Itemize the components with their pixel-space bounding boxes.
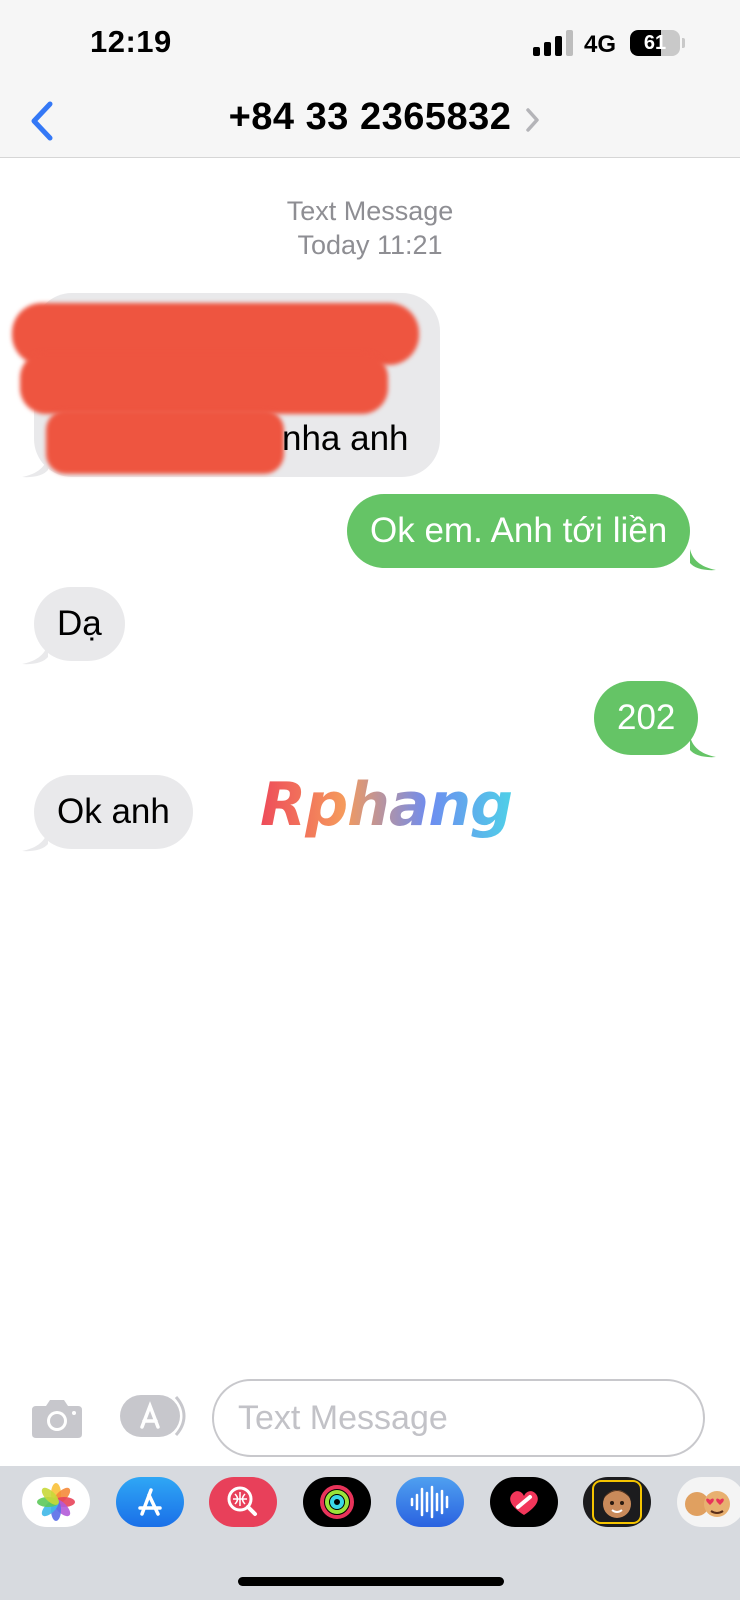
audio-message-icon[interactable]	[396, 1477, 464, 1527]
bubble-tail	[22, 830, 48, 852]
home-indicator	[238, 1577, 504, 1586]
fitness-activity-icon[interactable]	[303, 1477, 371, 1527]
message-text: nha anh	[282, 419, 409, 458]
bubble-tail	[690, 549, 716, 571]
contact-title[interactable]: +84 33 2365832	[0, 96, 740, 139]
message-text: Ok anh	[57, 792, 170, 831]
message-text: 202	[617, 698, 676, 737]
message-timestamp: Today 11:21	[297, 230, 443, 260]
network-type: 4G	[584, 31, 617, 58]
conversation-header: 12:19 4G 61 +84 33 2365832	[0, 0, 740, 158]
battery-icon: 61	[630, 30, 680, 56]
image-search-icon[interactable]	[209, 1477, 277, 1527]
incoming-message-bubble[interactable]: Ok anh	[34, 775, 193, 849]
battery-tip	[682, 38, 685, 48]
bubble-tail	[22, 456, 48, 478]
app-store-icon[interactable]	[116, 1477, 184, 1527]
photos-app-icon[interactable]	[22, 1477, 90, 1527]
message-text: Ok em. Anh tới liền	[370, 511, 668, 550]
memoji-icon[interactable]	[583, 1477, 651, 1527]
camera-icon[interactable]	[30, 1396, 84, 1440]
message-text: Dạ	[57, 604, 102, 643]
chevron-right-icon[interactable]	[522, 104, 544, 136]
digital-touch-heart-icon[interactable]	[490, 1477, 558, 1527]
redaction-mark	[46, 410, 284, 474]
cellular-signal-icon	[533, 30, 573, 56]
bubble-tail	[690, 736, 716, 758]
message-input[interactable]	[212, 1379, 705, 1457]
watermark-logo: Rphang	[260, 770, 513, 840]
outgoing-message-bubble[interactable]: Ok em. Anh tới liền	[347, 494, 691, 568]
service-label: Text Message	[286, 196, 454, 226]
outgoing-message-bubble[interactable]: 202	[594, 681, 699, 755]
bubble-tail	[22, 643, 48, 665]
app-store-drawer-icon[interactable]	[118, 1392, 186, 1440]
memoji-stickers-icon[interactable]	[677, 1477, 740, 1527]
redaction-mark	[20, 352, 388, 414]
status-time: 12:19	[90, 24, 172, 59]
battery-level: 61	[643, 32, 667, 54]
